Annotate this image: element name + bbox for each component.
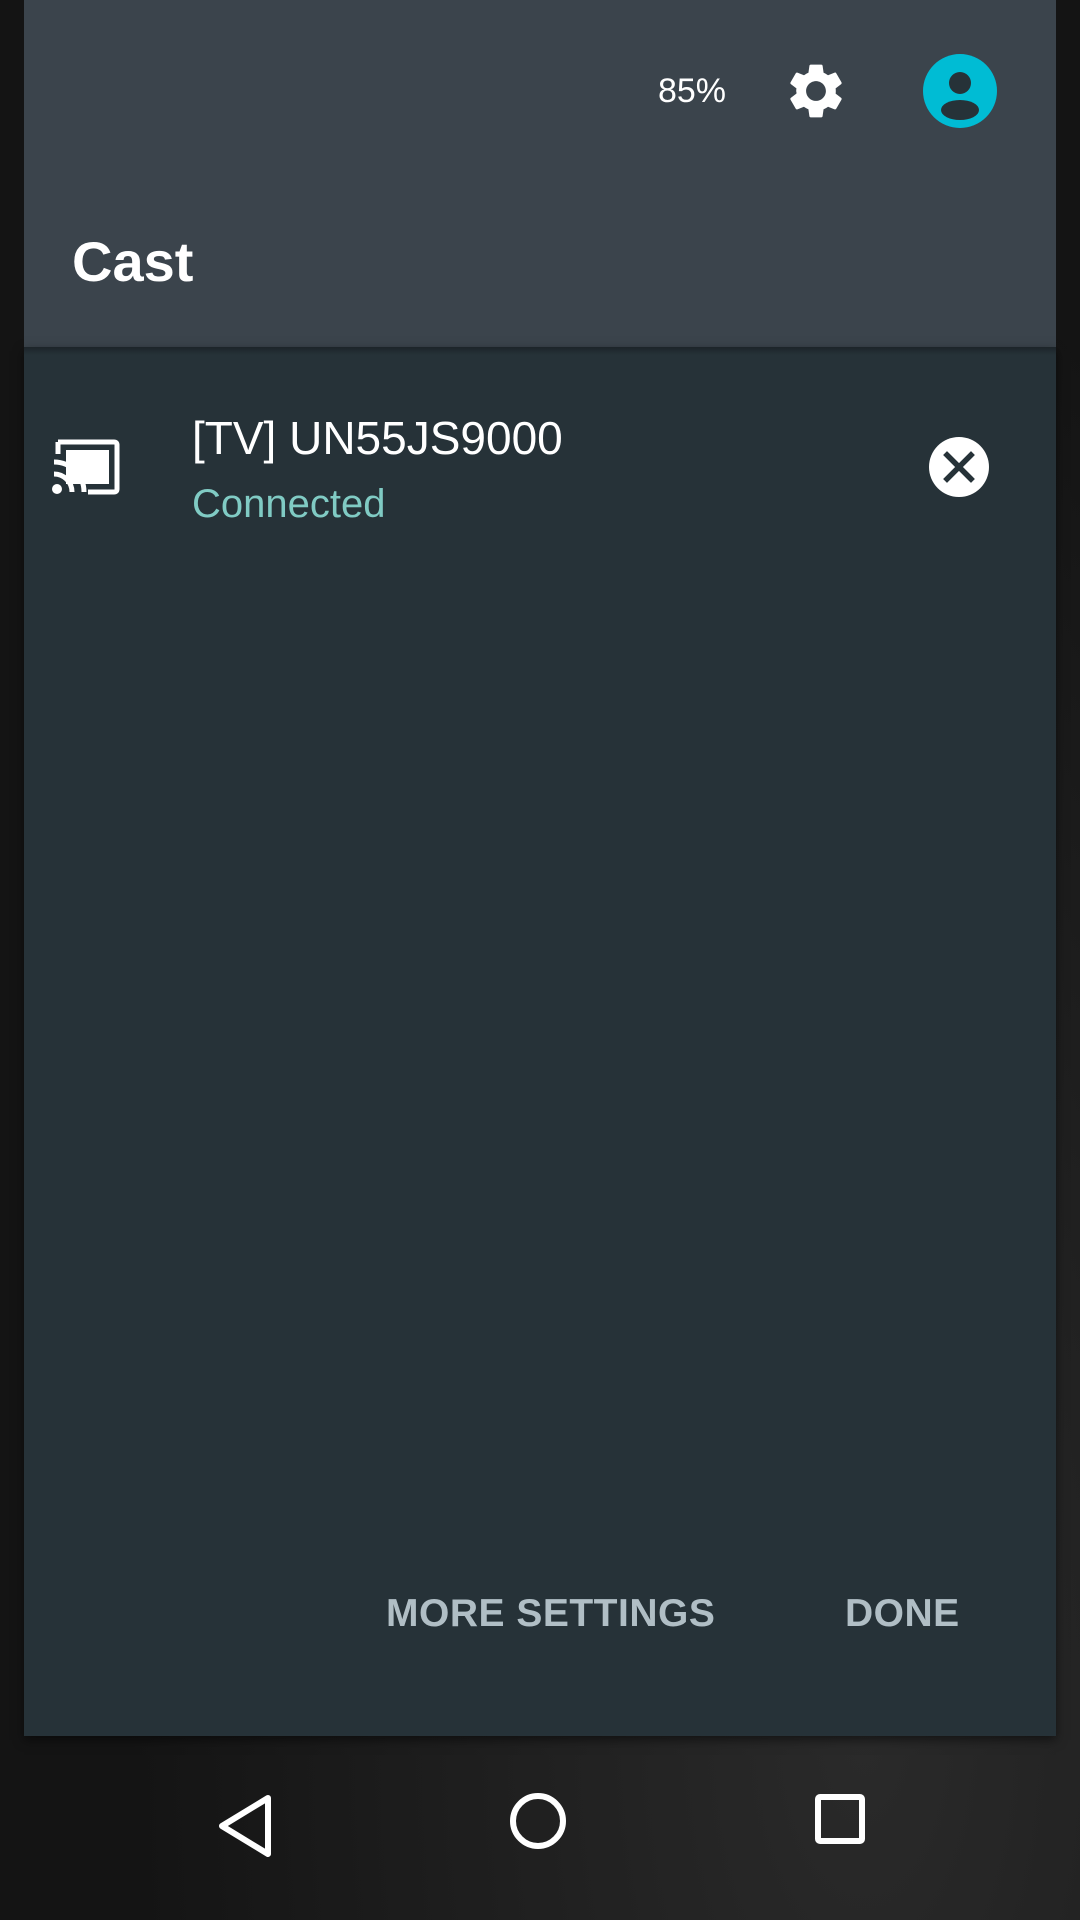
cast-panel [24,347,1056,1736]
more-settings-button[interactable]: MORE SETTINGS [386,1590,715,1638]
device-status: Connected [192,482,386,526]
home-circle-icon[interactable] [503,1786,573,1856]
recents-square-icon[interactable] [810,1789,870,1849]
back-triangle-icon[interactable] [210,1786,280,1866]
cast-device-item[interactable]: [TV] UN55JS9000 Connected [24,390,1056,550]
navigation-bar [0,1736,1080,1920]
gear-icon[interactable] [783,58,849,124]
close-circle-icon[interactable] [928,436,990,498]
account-avatar-icon[interactable] [923,54,997,128]
done-button[interactable]: DONE [845,1590,960,1638]
header-divider [24,347,1056,355]
battery-percentage: 85% [657,72,726,110]
page-title: Cast [72,230,194,293]
cast-connected-icon [52,439,120,495]
quick-settings-header [24,0,1056,347]
device-name: [TV] UN55JS9000 [192,412,563,464]
